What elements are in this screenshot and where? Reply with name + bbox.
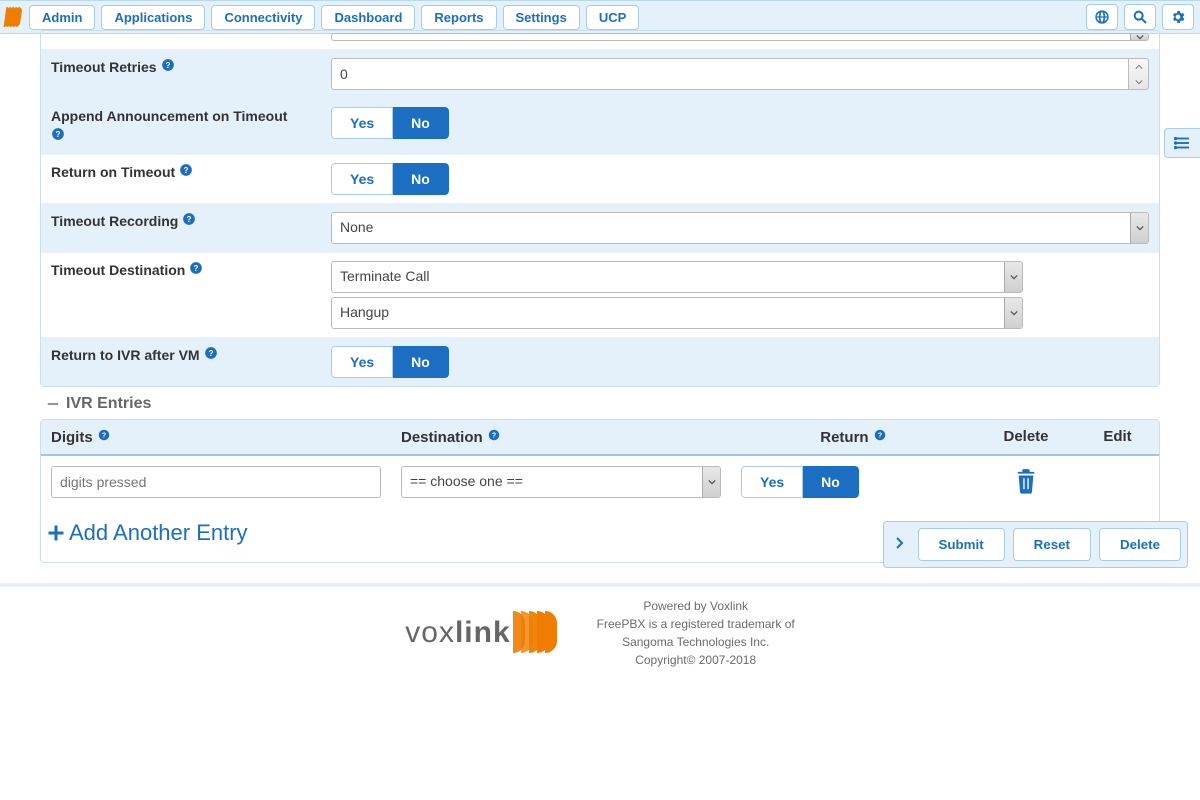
ivr-entry-row: == choose one == Yes No [41, 456, 1159, 508]
toggle-no[interactable]: No [393, 163, 449, 195]
section-title: IVR Entries [66, 395, 151, 413]
label-return-on-timeout: Return on Timeout [51, 163, 175, 183]
svg-text:?: ? [492, 433, 496, 440]
nav-applications[interactable]: Applications [101, 5, 205, 30]
add-another-entry-button[interactable]: Add Another Entry [41, 508, 254, 562]
timeout-retries-stepper[interactable] [331, 58, 1149, 90]
help-icon[interactable]: ? [51, 127, 65, 141]
nav-settings[interactable]: Settings [503, 5, 580, 30]
timeout-destination-value-select[interactable]: Hangup [331, 297, 1023, 329]
help-icon[interactable]: ? [873, 428, 887, 442]
plus-icon [47, 524, 65, 542]
trash-icon[interactable] [1015, 468, 1037, 494]
svg-text:?: ? [187, 215, 192, 224]
label-append-announcement: Append Announcement on Timeout [51, 108, 287, 124]
gear-icon[interactable] [1162, 4, 1194, 30]
help-icon[interactable]: ? [179, 163, 193, 177]
help-icon[interactable]: ? [204, 346, 218, 360]
svg-text:?: ? [208, 349, 213, 358]
nav-dashboard[interactable]: Dashboard [321, 5, 415, 30]
svg-text:?: ? [165, 61, 170, 70]
label-timeout-recording: Timeout Recording [51, 212, 178, 232]
help-icon[interactable]: ? [182, 212, 196, 226]
nav-admin[interactable]: Admin [29, 5, 95, 30]
ivr-entries-header[interactable]: IVR Entries [40, 387, 1160, 415]
top-nav: Admin Applications Connectivity Dashboar… [0, 0, 1200, 34]
col-header-return: Return [820, 429, 868, 446]
timeout-recording-select[interactable]: None [331, 212, 1149, 244]
search-icon[interactable] [1124, 4, 1156, 30]
help-icon[interactable]: ? [97, 428, 111, 442]
help-icon[interactable]: ? [189, 261, 203, 275]
col-header-digits: Digits [51, 429, 93, 446]
submit-button[interactable]: Submit [918, 528, 1005, 561]
label-return-to-ivr-after-vm: Return to IVR after VM [51, 346, 200, 366]
entry-digits-input[interactable] [51, 466, 381, 498]
collapse-icon [46, 397, 60, 411]
help-icon[interactable]: ? [487, 428, 501, 442]
page-footer: voxlink Powered by Voxlink FreePBX is a … [0, 587, 1200, 769]
label-timeout-retries: Timeout Retries [51, 58, 157, 78]
footer-line: Copyright© 2007-2018 [597, 651, 795, 669]
svg-text:?: ? [102, 433, 106, 440]
action-bar: Submit Reset Delete [883, 521, 1189, 568]
step-up-icon[interactable] [1129, 59, 1148, 74]
delete-button[interactable]: Delete [1099, 528, 1181, 561]
col-header-edit: Edit [1103, 428, 1131, 445]
entry-destination-select[interactable]: == choose one == [401, 466, 721, 498]
label-timeout-destination: Timeout Destination [51, 261, 185, 281]
toggle-yes[interactable]: Yes [331, 163, 393, 195]
svg-text:?: ? [194, 264, 199, 273]
toggle-no[interactable]: No [393, 346, 449, 378]
return-to-ivr-toggle[interactable]: Yes No [331, 346, 449, 378]
svg-text:?: ? [184, 166, 189, 175]
footer-line: Powered by Voxlink [597, 597, 795, 615]
toggle-yes[interactable]: Yes [741, 466, 803, 498]
timeout-retries-input[interactable] [331, 58, 1129, 90]
svg-text:?: ? [878, 433, 882, 440]
nav-connectivity[interactable]: Connectivity [211, 5, 315, 30]
toggle-no[interactable]: No [803, 466, 859, 498]
nav-reports[interactable]: Reports [421, 5, 496, 30]
nav-ucp[interactable]: UCP [586, 5, 639, 30]
toggle-no[interactable]: No [393, 107, 449, 139]
language-icon[interactable] [1086, 4, 1118, 30]
append-announcement-toggle[interactable]: Yes No [331, 107, 449, 139]
return-on-timeout-toggle[interactable]: Yes No [331, 163, 449, 195]
reset-button[interactable]: Reset [1013, 528, 1091, 561]
timeout-destination-type-select[interactable]: Terminate Call [331, 261, 1023, 293]
add-entry-label: Add Another Entry [69, 520, 248, 546]
toggle-yes[interactable]: Yes [331, 346, 393, 378]
entry-return-toggle[interactable]: Yes No [741, 466, 859, 498]
footer-logo: voxlink [405, 611, 556, 656]
footer-line: FreePBX is a registered trademark of [597, 615, 795, 633]
help-icon[interactable]: ? [161, 58, 175, 72]
footer-line: Sangoma Technologies Inc. [597, 633, 795, 651]
svg-text:?: ? [56, 130, 61, 139]
step-down-icon[interactable] [1129, 74, 1148, 89]
action-bar-collapse[interactable] [890, 537, 910, 552]
brand-logo-icon [6, 7, 21, 27]
col-header-delete: Delete [1003, 428, 1048, 445]
side-panel-toggle[interactable] [1164, 128, 1200, 158]
col-header-destination: Destination [401, 429, 483, 446]
toggle-yes[interactable]: Yes [331, 107, 393, 139]
ivr-settings-panel: Timeout Retries ? Append Announcement on… [40, 30, 1160, 387]
